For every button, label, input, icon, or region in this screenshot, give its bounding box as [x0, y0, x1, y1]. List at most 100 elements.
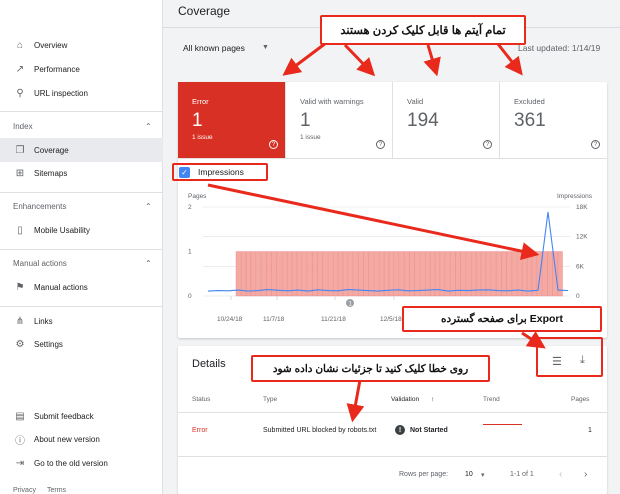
- exit-icon: ⇥: [15, 457, 25, 469]
- impressions-checkbox[interactable]: ✓: [179, 167, 190, 178]
- row-validation: Not Started: [410, 427, 448, 434]
- col-validation[interactable]: Validation: [391, 396, 419, 403]
- last-updated: Last updated: 1/14/19: [518, 43, 601, 53]
- tile-excluded[interactable]: Excluded 361 ?: [499, 82, 607, 158]
- divider: [178, 412, 607, 413]
- sidebar-item-settings[interactable]: ⚙ Settings: [0, 332, 163, 356]
- error-bar: [256, 251, 262, 297]
- help-icon[interactable]: ?: [483, 140, 492, 149]
- gear-icon: ⚙: [15, 338, 25, 350]
- sidebar-item-label: Coverage: [34, 145, 69, 155]
- error-bar: [481, 251, 487, 297]
- error-bar: [246, 251, 251, 297]
- chevron-up-icon[interactable]: ⌃: [145, 259, 152, 268]
- sidebar-item-label: Manual actions: [34, 282, 88, 292]
- sidebar-item-label: Settings: [34, 339, 63, 349]
- flag-icon: ⚑: [15, 281, 25, 293]
- terms-link[interactable]: Terms: [47, 487, 66, 494]
- sidebar-item-label: Submit feedback: [34, 411, 94, 421]
- error-bar: [312, 251, 318, 297]
- row-type: Submitted URL blocked by robots.txt: [263, 427, 377, 434]
- chevron-up-icon[interactable]: ⌃: [145, 122, 152, 131]
- error-bar: [450, 251, 456, 297]
- rows-per-page-select[interactable]: 10: [465, 471, 473, 478]
- info-icon: ⓘ: [15, 435, 25, 447]
- tile-valid-warnings[interactable]: Valid with warnings 1 1 issue ?: [285, 82, 392, 158]
- prev-page-icon[interactable]: ‹: [559, 469, 562, 480]
- sidebar-item-label: URL inspection: [34, 88, 88, 98]
- page-title: Coverage: [178, 4, 231, 18]
- chevron-up-icon[interactable]: ⌃: [145, 202, 152, 211]
- filter-select[interactable]: All known pages: [183, 43, 245, 53]
- sidebar-item-links[interactable]: ⋔ Links: [0, 309, 163, 333]
- help-icon[interactable]: ?: [591, 140, 600, 149]
- error-bar: [271, 251, 277, 297]
- error-bar: [404, 251, 410, 297]
- tile-label: Error: [192, 97, 209, 106]
- error-bar: [409, 251, 415, 297]
- tile-valid[interactable]: Valid 194 ?: [392, 82, 499, 158]
- sort-arrow-icon[interactable]: ↑: [431, 396, 434, 403]
- tile-sub: 1 issue: [192, 134, 213, 141]
- sidebar-item-url-inspection[interactable]: ⚲ URL inspection: [0, 81, 163, 105]
- error-bar: [358, 251, 364, 297]
- sidebar-item-performance[interactable]: ↗ Performance: [0, 57, 163, 81]
- x-tick-label: 11/21/18: [321, 316, 346, 323]
- tile-error[interactable]: Error 1 1 issue ?: [178, 82, 285, 158]
- right-tick-label: 18K: [576, 204, 588, 211]
- error-bar: [338, 251, 343, 297]
- sidebar-item-label: Links: [34, 316, 53, 326]
- impressions-label[interactable]: Impressions: [198, 167, 244, 177]
- error-bar: [424, 251, 430, 297]
- error-bar: [332, 251, 338, 297]
- sidebar-item-label: Go to the old version: [34, 458, 108, 468]
- section-header-manual-actions: Manual actions: [13, 259, 67, 268]
- error-bar: [389, 251, 395, 297]
- error-bar: [445, 251, 451, 297]
- error-bar: [460, 251, 466, 297]
- error-bar: [302, 251, 308, 297]
- error-bar: [516, 251, 522, 297]
- privacy-link[interactable]: Privacy: [13, 487, 36, 494]
- error-bar: [286, 251, 292, 297]
- copy-icon: ❐: [15, 144, 25, 156]
- sidebar-item-old-version[interactable]: ⇥ Go to the old version: [0, 451, 163, 475]
- error-bar: [368, 251, 374, 297]
- error-bar: [384, 251, 389, 297]
- trending-up-icon: ↗: [15, 63, 25, 75]
- caret-down-icon[interactable]: ▼: [262, 44, 269, 51]
- tile-value: 1: [300, 110, 311, 131]
- error-bar: [292, 251, 297, 297]
- error-bar: [235, 251, 241, 297]
- sidebar-item-about[interactable]: ⓘ About new version: [0, 427, 163, 451]
- sidebar-item-overview[interactable]: ⌂ Overview: [0, 33, 163, 57]
- error-bar: [465, 251, 471, 297]
- error-bar: [501, 251, 507, 297]
- right-tick-label: 6K: [576, 263, 585, 270]
- help-icon[interactable]: ?: [376, 140, 385, 149]
- sidebar-item-manual-actions[interactable]: ⚑ Manual actions: [0, 275, 163, 299]
- sidebar-item-mobile-usability[interactable]: ▯ Mobile Usability: [0, 218, 163, 242]
- error-bar: [327, 251, 333, 297]
- sidebar-item-label: Performance: [34, 64, 80, 74]
- error-bar: [532, 251, 538, 297]
- home-icon: ⌂: [16, 39, 24, 51]
- error-bar: [557, 251, 563, 297]
- error-bar: [547, 251, 553, 297]
- sidebar-item-submit-feedback[interactable]: ▤ Submit feedback: [0, 404, 163, 428]
- sidebar-item-coverage[interactable]: ❐ Coverage: [0, 138, 163, 162]
- error-bar: [506, 251, 512, 297]
- left-tick-label: 2: [188, 204, 192, 211]
- error-bar: [363, 251, 369, 297]
- error-bar: [440, 251, 446, 297]
- callout-clickable-items: تمام آیتم ها قابل کلیک کردن هستند: [320, 15, 526, 45]
- sidebar-item-sitemaps[interactable]: ⊞ Sitemaps: [0, 161, 163, 185]
- error-bar: [542, 251, 548, 297]
- row-pages: 1: [588, 427, 592, 434]
- tile-label: Valid: [407, 97, 424, 106]
- sitemap-icon: ⊞: [15, 167, 25, 179]
- next-page-icon[interactable]: ›: [584, 469, 587, 480]
- sidebar: ⌂ Overview ↗ Performance ⚲ URL inspectio…: [0, 0, 163, 494]
- help-icon[interactable]: ?: [269, 140, 278, 149]
- caret-down-icon[interactable]: ▾: [481, 471, 485, 479]
